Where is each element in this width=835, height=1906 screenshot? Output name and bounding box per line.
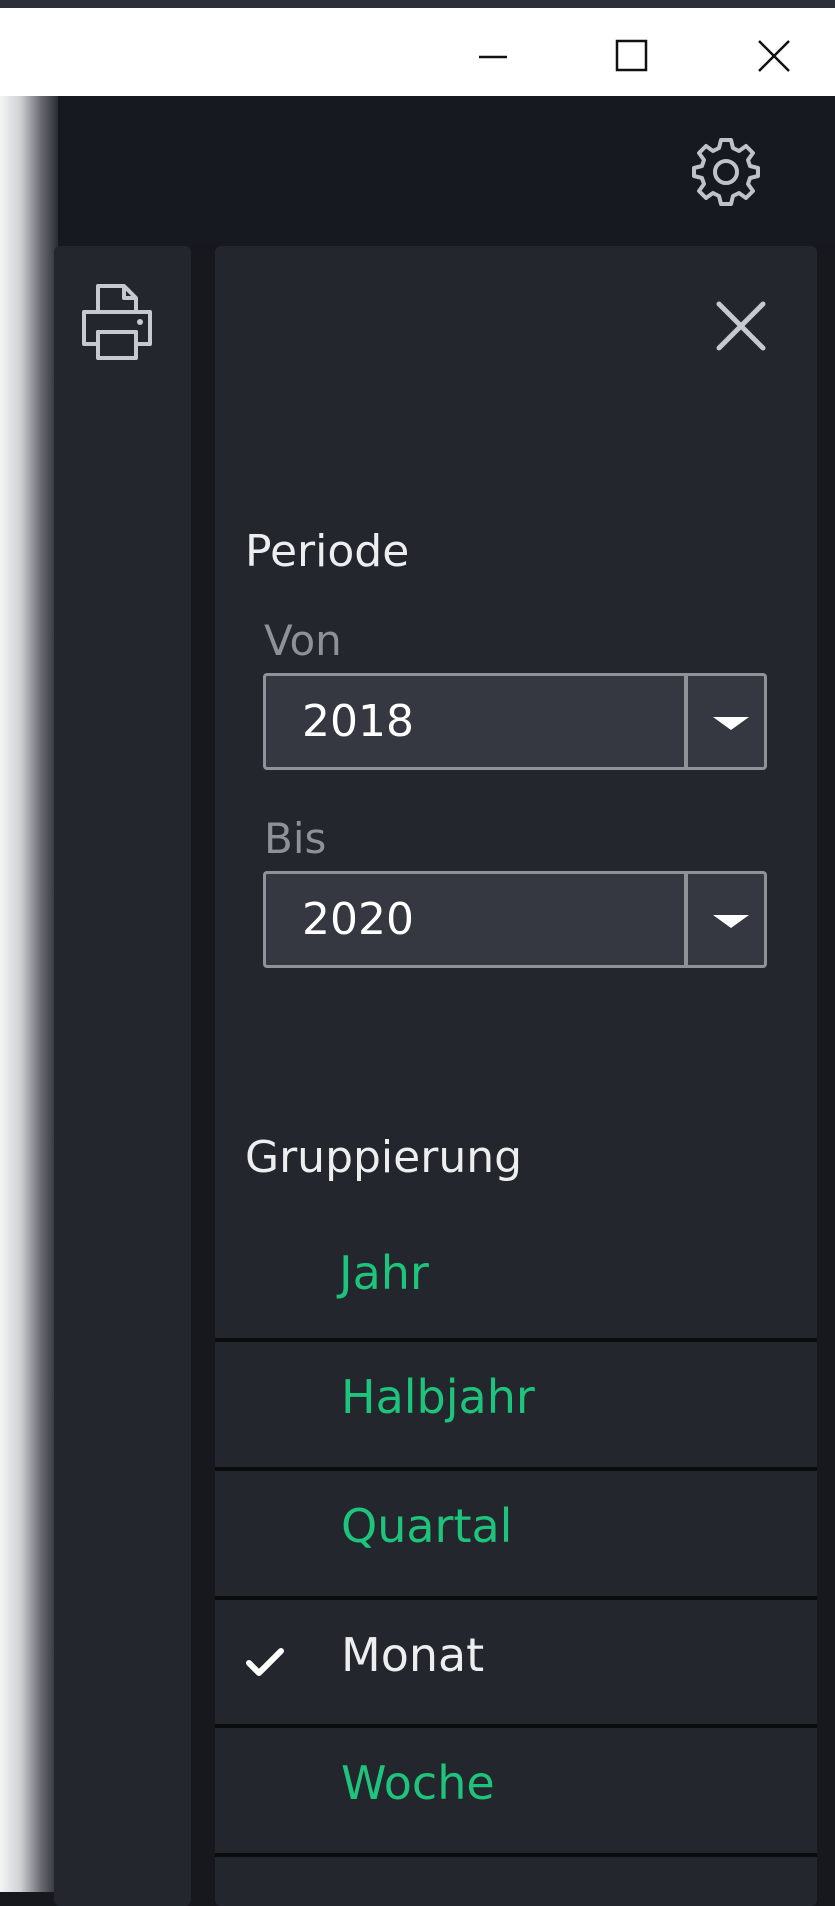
close-icon: [716, 301, 766, 351]
dropdown-divider: [684, 676, 688, 767]
to-label: Bis: [264, 814, 327, 863]
chevron-down-icon: [713, 717, 749, 730]
grouping-option-next[interactable]: [215, 1853, 817, 1892]
window-titlebar: [0, 0, 835, 96]
grouping-option-label: Jahr: [339, 1246, 429, 1300]
settings-button[interactable]: [688, 134, 764, 210]
minimize-icon: [479, 55, 507, 59]
chevron-down-icon: [713, 915, 749, 928]
grouping-option-label: Woche: [341, 1756, 495, 1810]
grouping-option-halbjahr[interactable]: Halbjahr: [215, 1338, 817, 1464]
checkmark-icon: [246, 1648, 284, 1676]
gear-icon: [692, 138, 760, 206]
to-year-dropdown[interactable]: 2020: [263, 871, 767, 968]
close-icon: [758, 40, 790, 72]
grouping-option-label: Quartal: [341, 1499, 513, 1553]
content-shadow: [0, 96, 58, 1892]
grouping-option-jahr[interactable]: Jahr: [215, 1212, 817, 1338]
grouping-option-label: Halbjahr: [341, 1370, 535, 1424]
grouping-option-monat[interactable]: Monat: [215, 1596, 817, 1722]
maximize-icon: [615, 39, 648, 72]
to-year-value: 2020: [302, 894, 414, 945]
from-year-value: 2018: [302, 696, 414, 747]
grouping-option-quartal[interactable]: Quartal: [215, 1467, 817, 1593]
printer-icon: [82, 284, 152, 360]
from-year-dropdown[interactable]: 2018: [263, 673, 767, 770]
dropdown-divider: [684, 874, 688, 965]
grouping-option-label: Monat: [341, 1628, 485, 1682]
grouping-option-woche[interactable]: Woche: [215, 1724, 817, 1850]
grouping-title: Gruppierung: [245, 1132, 523, 1183]
period-title: Periode: [245, 526, 410, 577]
maximize-button[interactable]: [602, 26, 662, 86]
print-button[interactable]: [78, 282, 156, 362]
report-panel: [54, 246, 191, 1906]
window-close-button[interactable]: [744, 26, 804, 86]
close-panel-button[interactable]: [709, 294, 773, 358]
minimize-button[interactable]: [463, 26, 523, 86]
from-label: Von: [264, 616, 342, 665]
